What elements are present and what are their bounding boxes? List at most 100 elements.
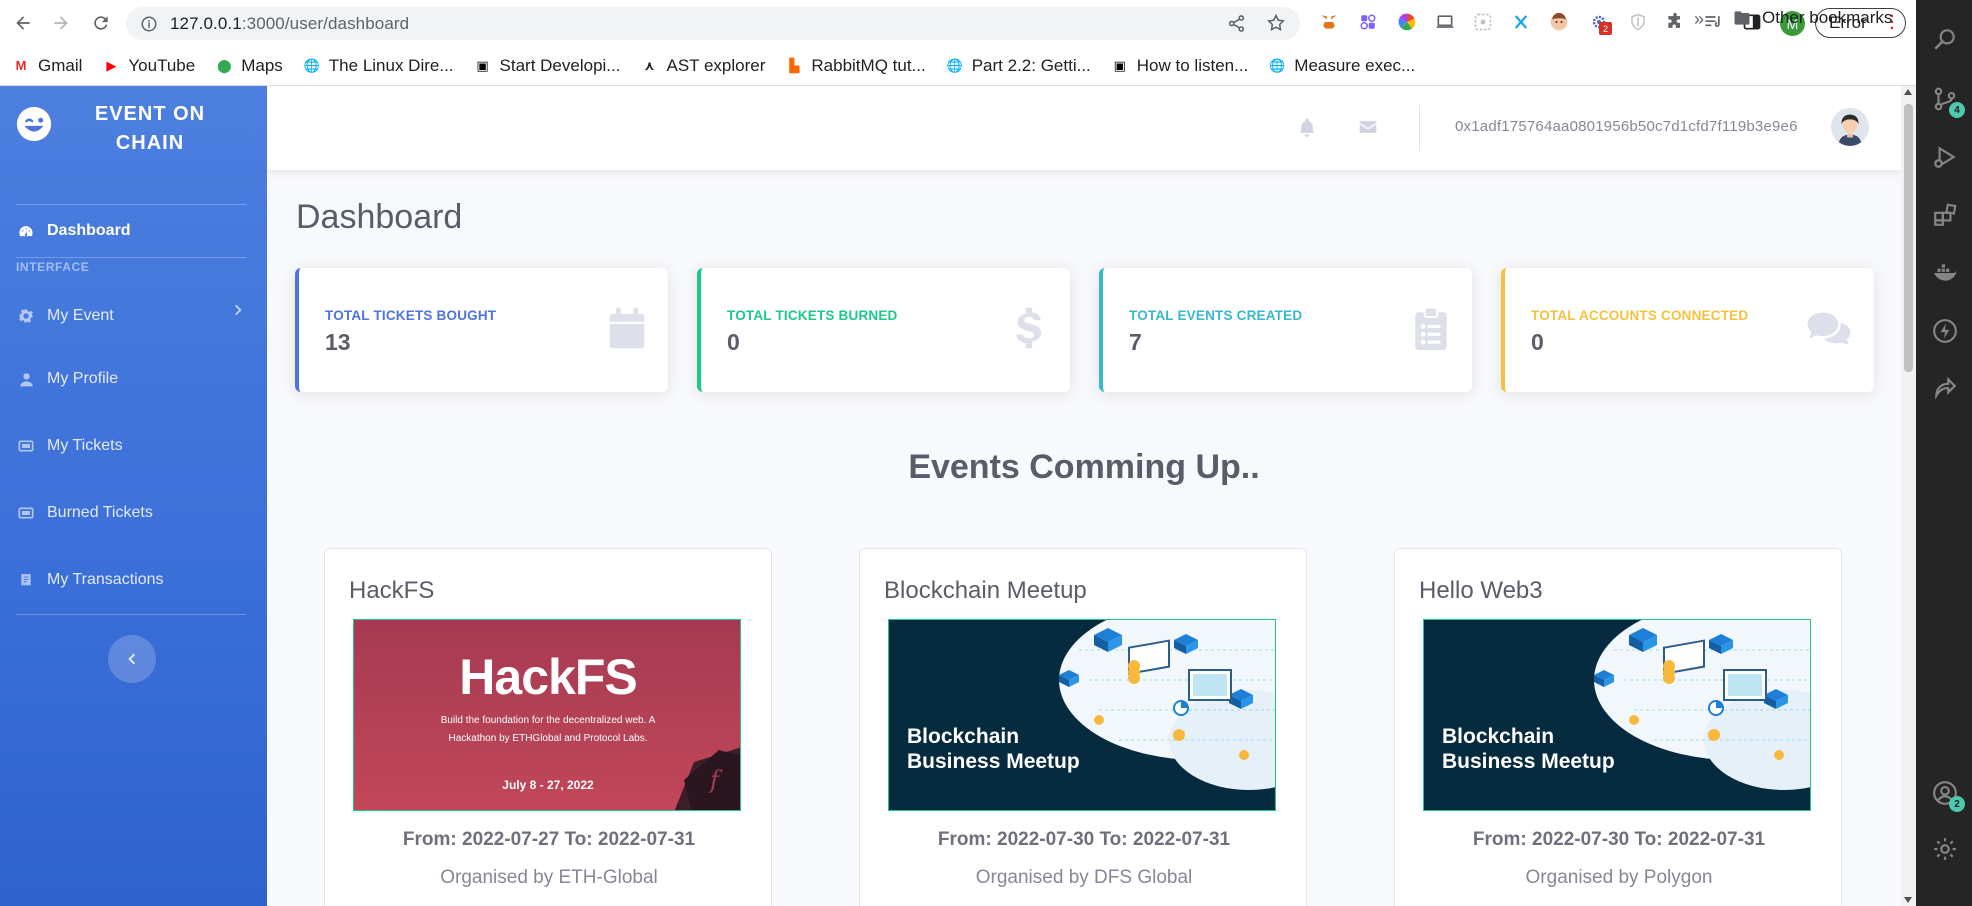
scroll-up-icon[interactable] <box>1904 89 1912 95</box>
event-card-blockchain-meetup[interactable]: Blockchain Meetup Blockchain Business Me… <box>859 548 1307 906</box>
sidebar-item-dashboard[interactable]: Dashboard <box>0 205 267 257</box>
bookmark-item[interactable]: ▣ How to listen... <box>1111 56 1249 76</box>
stat-value: 13 <box>325 329 351 355</box>
forward-icon[interactable] <box>47 9 75 37</box>
calendar-icon <box>609 307 645 349</box>
youtube-icon: ▶ <box>106 57 117 73</box>
ast-icon: ⋏ <box>644 57 655 73</box>
other-bookmarks[interactable]: Other bookmarks <box>1732 8 1892 28</box>
tachometer-icon <box>18 223 34 239</box>
stat-value: 0 <box>727 329 740 355</box>
bookmark-label: RabbitMQ tut... <box>811 55 926 75</box>
back-icon[interactable] <box>9 9 37 37</box>
site-info-icon[interactable] <box>140 15 158 33</box>
bookmark-item[interactable]: 🌐 Part 2.2: Getti... <box>946 56 1091 76</box>
blockchain-banner-image <box>889 620 1275 810</box>
bookmark-item[interactable]: ▶ YouTube <box>102 56 195 76</box>
extensions-icon[interactable] <box>1932 202 1958 228</box>
scrollbar-thumb[interactable] <box>1904 104 1913 372</box>
run-debug-icon[interactable] <box>1932 144 1958 170</box>
reading-list-icon[interactable] <box>1702 11 1724 33</box>
accounts-badge: 2 <box>1949 796 1965 812</box>
x-extension-icon[interactable] <box>1510 11 1532 33</box>
bookmarks-bar: M Gmail ▶ YouTube ⬤ Maps 🌐 The Linux Dire... ▣ St… <box>0 46 1916 86</box>
stat-label: TOTAL ACCOUNTS CONNECTED <box>1531 308 1749 323</box>
page-scrollbar[interactable] <box>1901 86 1916 906</box>
bookmark-label: Gmail <box>38 55 83 75</box>
sidebar-item-burned-tickets[interactable]: Burned Tickets <box>0 493 267 533</box>
sidebar-divider <box>16 614 246 615</box>
sidebar-item-my-tickets[interactable]: My Tickets <box>0 426 267 466</box>
globe-icon: 🌐 <box>303 57 320 73</box>
comments-icon <box>1807 312 1851 345</box>
topbar-divider <box>1419 105 1420 151</box>
sidebar-item-my-transactions[interactable]: My Transactions <box>0 560 267 600</box>
docker-icon[interactable] <box>1932 260 1958 286</box>
shield-extension-icon[interactable] <box>1627 11 1649 33</box>
sidebar-toggle-button[interactable] <box>108 635 156 683</box>
receipt-icon <box>18 572 34 588</box>
sidebar: EVENT ON CHAIN Dashboard INTERFACE My Ev… <box>0 86 267 906</box>
source-control-badge: 4 <box>1949 102 1965 118</box>
bookmarks-overflow-button[interactable]: » <box>1694 9 1704 30</box>
sidebar-divider <box>16 257 246 258</box>
bell-icon[interactable] <box>1297 117 1317 137</box>
brand[interactable]: EVENT ON CHAIN <box>0 86 267 204</box>
stat-label: TOTAL EVENTS CREATED <box>1129 308 1303 323</box>
sidebar-item-my-profile[interactable]: My Profile <box>0 359 267 399</box>
remote-share-icon[interactable] <box>1932 374 1958 400</box>
bookmark-item[interactable]: ▙ RabbitMQ tut... <box>785 56 925 76</box>
bookmark-item[interactable]: 🌐 Measure exec... <box>1268 56 1415 76</box>
banner-subtitle: Build the foundation for the decentraliz… <box>440 715 656 744</box>
bookmark-item[interactable]: ▣ Start Developi... <box>474 56 620 76</box>
event-organiser: Organised by Polygon <box>1525 867 1713 888</box>
topbar: 0x1adf175764aa0801956b50c7d1cfd7f119b3e9… <box>267 86 1901 170</box>
bookmark-label: AST explorer <box>666 55 766 75</box>
maps-pin-icon: ⬤ <box>216 57 232 73</box>
event-card-hackfs[interactable]: HackFS f HackFS Build the foundation for… <box>324 548 772 906</box>
chevron-left-icon <box>128 653 135 665</box>
color-wheel-extension-icon[interactable] <box>1396 11 1418 33</box>
bookmark-item[interactable]: ⋏ AST explorer <box>640 56 765 76</box>
lightning-icon[interactable] <box>1932 318 1958 344</box>
sidebar-heading-interface: INTERFACE <box>16 260 90 274</box>
bookmark-star-icon[interactable] <box>1266 13 1286 33</box>
wallet-address[interactable]: 0x1adf175764aa0801956b50c7d1cfd7f119b3e9… <box>1455 118 1798 135</box>
banner-headline: HackFS <box>459 649 637 705</box>
event-banner-hackfs[interactable]: f HackFS Build the foundation for the de… <box>353 619 741 811</box>
screenshot-extension-icon[interactable] <box>1472 11 1494 33</box>
cast-extension-icon[interactable] <box>1434 11 1456 33</box>
banner-text: Blockchain Business Meetup <box>907 725 1080 773</box>
reload-icon[interactable] <box>87 9 115 37</box>
bookmark-item[interactable]: 🌐 The Linux Dire... <box>303 56 454 76</box>
event-card-hello-web3[interactable]: Hello Web3 Blockchain Business Meetup Fr… <box>1394 548 1842 906</box>
gear-icon[interactable] <box>1932 836 1958 862</box>
settings-extension-icon[interactable]: 2 <box>1588 11 1612 35</box>
extensions-puzzle-icon[interactable] <box>1664 11 1686 33</box>
browser-chrome: 127.0.0.1:3000/user/dashboard 2 M Error … <box>0 0 1916 86</box>
ticket-icon <box>18 505 34 521</box>
extension-grid-icon[interactable] <box>1357 11 1379 33</box>
scroll-down-icon[interactable] <box>1904 897 1912 903</box>
folder-icon <box>1734 11 1750 25</box>
envelope-icon[interactable] <box>1358 117 1378 137</box>
event-banner-blockchain-meetup[interactable]: Blockchain Business Meetup <box>888 619 1276 811</box>
bookmark-label: Maps <box>241 55 283 75</box>
laugh-wink-icon <box>16 106 52 142</box>
search-icon[interactable] <box>1932 26 1958 52</box>
section-title: Events Comming Up.. <box>908 448 1260 486</box>
address-bar[interactable]: 127.0.0.1:3000/user/dashboard <box>126 7 1300 40</box>
sidebar-item-my-event[interactable]: My Event <box>0 291 267 341</box>
event-banner-hello-web3[interactable]: Blockchain Business Meetup <box>1423 619 1811 811</box>
metamask-extension-icon[interactable] <box>1318 11 1340 33</box>
bookmark-item[interactable]: M Gmail <box>12 55 83 76</box>
event-title: Blockchain Meetup <box>884 577 1087 604</box>
stat-card-tickets-burned: TOTAL TICKETS BURNED 0 <box>697 268 1070 392</box>
stat-card-tickets-bought: TOTAL TICKETS BOUGHT 13 <box>295 268 668 392</box>
user-avatar[interactable] <box>1831 108 1869 146</box>
user-avatar-icon <box>1831 108 1869 146</box>
avatar-extension-icon[interactable] <box>1548 11 1570 33</box>
event-organiser: Organised by DFS Global <box>975 867 1193 888</box>
bookmark-item[interactable]: ⬤ Maps <box>215 56 283 76</box>
share-icon[interactable] <box>1226 13 1246 33</box>
